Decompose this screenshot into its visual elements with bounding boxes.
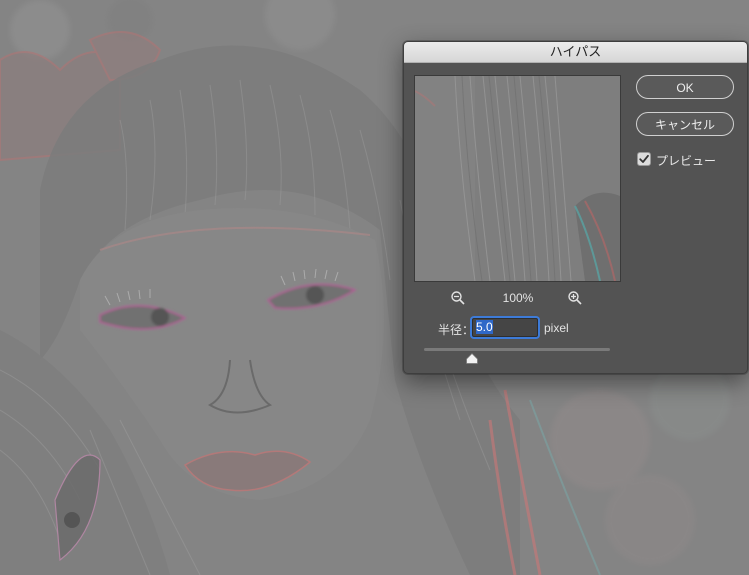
zoom-controls: 100%	[414, 288, 621, 308]
checkmark-icon	[639, 154, 649, 163]
triangle-thumb-icon[interactable]	[466, 351, 478, 364]
slider-track[interactable]	[424, 348, 610, 351]
zoom-in-icon[interactable]	[567, 290, 583, 306]
filter-preview-window[interactable]	[414, 75, 621, 282]
zoom-out-icon[interactable]	[450, 290, 466, 306]
preview-label: プレビュー	[656, 154, 717, 168]
cancel-button[interactable]: キャンセル	[636, 112, 734, 136]
radius-slider[interactable]	[424, 346, 610, 364]
preview-image	[415, 76, 620, 281]
radius-unit: pixel	[544, 321, 569, 335]
radius-input[interactable]: 5.0	[472, 318, 538, 337]
high-pass-dialog: ハイパス 100% 半径： 5.0 pixel OK キャンセル プレビュー	[403, 41, 748, 374]
radius-label: 半径：	[438, 323, 475, 337]
ok-button[interactable]: OK	[636, 75, 734, 99]
dialog-title[interactable]: ハイパス	[404, 42, 747, 63]
radius-value: 5.0	[476, 320, 493, 334]
zoom-level: 100%	[502, 291, 534, 305]
preview-checkbox[interactable]	[637, 152, 651, 166]
